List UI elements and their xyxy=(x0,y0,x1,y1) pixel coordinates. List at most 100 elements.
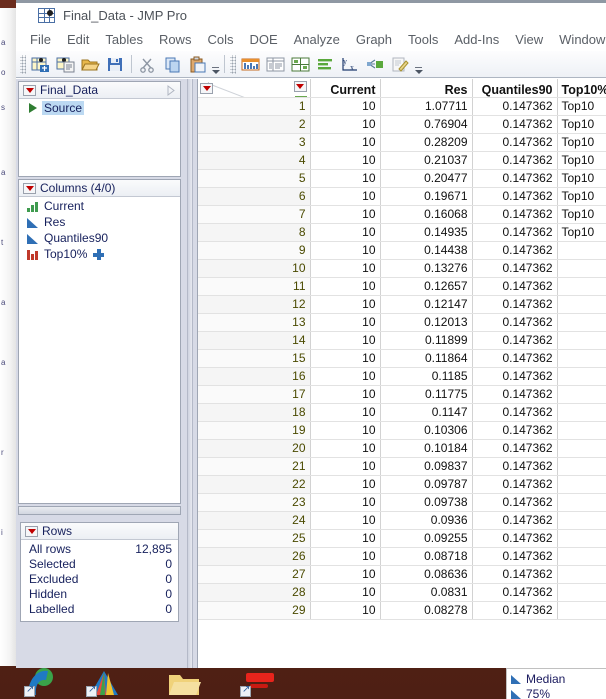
cell-current[interactable]: 10 xyxy=(310,331,380,349)
table-row[interactable]: 17100.117750.147362 xyxy=(198,385,606,403)
table-row[interactable]: 26100.087180.147362 xyxy=(198,547,606,565)
cell-res[interactable]: 0.10306 xyxy=(380,421,472,439)
table-row[interactable]: 20100.101840.147362 xyxy=(198,439,606,457)
cell-quantiles90[interactable]: 0.147362 xyxy=(472,241,557,259)
media-shortcut-icon[interactable] xyxy=(86,667,122,697)
menu-cols[interactable]: Cols xyxy=(199,30,241,49)
cell-current[interactable]: 10 xyxy=(310,511,380,529)
menu-rows[interactable]: Rows xyxy=(151,30,200,49)
cell-res[interactable]: 0.08636 xyxy=(380,565,472,583)
cell-current[interactable]: 10 xyxy=(310,205,380,223)
table-row[interactable]: 8100.149350.147362Top10 xyxy=(198,223,606,241)
cell-top10[interactable] xyxy=(557,457,606,475)
cell-top10[interactable] xyxy=(557,511,606,529)
cell-top10[interactable] xyxy=(557,583,606,601)
cell-quantiles90[interactable]: 0.147362 xyxy=(472,385,557,403)
data-table[interactable]: Current Res Quantiles90 Top10% 1101.0771… xyxy=(197,79,606,668)
cell-quantiles90[interactable]: 0.147362 xyxy=(472,403,557,421)
cell-quantiles90[interactable]: 0.147362 xyxy=(472,115,557,133)
cell-quantiles90[interactable]: 0.147362 xyxy=(472,583,557,601)
background-window-left[interactable]: a o s a t a a r i xyxy=(0,8,16,666)
row-number[interactable]: 29 xyxy=(198,601,310,619)
cell-current[interactable]: 10 xyxy=(310,403,380,421)
cell-res[interactable]: 0.11775 xyxy=(380,385,472,403)
cell-current[interactable]: 10 xyxy=(310,457,380,475)
cell-res[interactable]: 0.1185 xyxy=(380,367,472,385)
cell-quantiles90[interactable]: 0.147362 xyxy=(472,457,557,475)
cell-quantiles90[interactable]: 0.147362 xyxy=(472,205,557,223)
table-row[interactable]: 16100.11850.147362 xyxy=(198,367,606,385)
menu-analyze[interactable]: Analyze xyxy=(286,30,348,49)
cell-top10[interactable] xyxy=(557,421,606,439)
columns-menu-red-triangle-icon[interactable] xyxy=(200,83,213,94)
cell-top10[interactable] xyxy=(557,547,606,565)
table-row[interactable]: 24100.09360.147362 xyxy=(198,511,606,529)
rows-item-hidden[interactable]: Hidden 0 xyxy=(21,586,178,601)
row-number[interactable]: 21 xyxy=(198,457,310,475)
cell-top10[interactable]: Top10 xyxy=(557,97,606,115)
cell-top10[interactable] xyxy=(557,403,606,421)
table-row[interactable]: 1101.077110.147362Top10 xyxy=(198,97,606,115)
cell-current[interactable]: 10 xyxy=(310,601,380,619)
toolbar-overflow-2[interactable] xyxy=(413,53,424,76)
row-number[interactable]: 18 xyxy=(198,403,310,421)
menu-edit[interactable]: Edit xyxy=(59,30,97,49)
cell-quantiles90[interactable]: 0.147362 xyxy=(472,169,557,187)
bg-column-row[interactable]: 75% xyxy=(511,686,606,699)
save-icon[interactable] xyxy=(104,53,127,76)
distribution-icon[interactable] xyxy=(239,53,262,76)
menu-doe[interactable]: DOE xyxy=(241,30,285,49)
column-header-res[interactable]: Res xyxy=(380,79,472,97)
fit-model-icon[interactable]: y x xyxy=(339,53,362,76)
menu-window[interactable]: Window xyxy=(551,30,606,49)
fit-y-by-x-icon[interactable] xyxy=(289,53,312,76)
table-row[interactable]: 6100.196710.147362Top10 xyxy=(198,187,606,205)
cell-top10[interactable] xyxy=(557,367,606,385)
folder-icon[interactable] xyxy=(168,671,202,697)
formula-plus-icon[interactable] xyxy=(93,249,104,260)
cell-top10[interactable]: Top10 xyxy=(557,223,606,241)
cell-current[interactable]: 10 xyxy=(310,529,380,547)
cell-top10[interactable] xyxy=(557,439,606,457)
cell-res[interactable]: 0.13276 xyxy=(380,259,472,277)
new-script-icon[interactable] xyxy=(54,53,77,76)
cell-quantiles90[interactable]: 0.147362 xyxy=(472,547,557,565)
table-row[interactable]: 18100.11470.147362 xyxy=(198,403,606,421)
table-row[interactable]: 3100.282090.147362Top10 xyxy=(198,133,606,151)
table-row[interactable]: 9100.144380.147362 xyxy=(198,241,606,259)
cell-res[interactable]: 0.20477 xyxy=(380,169,472,187)
cell-top10[interactable]: Top10 xyxy=(557,205,606,223)
table-row[interactable]: 23100.097380.147362 xyxy=(198,493,606,511)
panel-expander-icon[interactable] xyxy=(167,85,175,96)
rows-item-excluded[interactable]: Excluded 0 xyxy=(21,571,178,586)
table-row[interactable]: 14100.118990.147362 xyxy=(198,331,606,349)
panel-splitter[interactable] xyxy=(183,79,197,668)
menu-tools[interactable]: Tools xyxy=(400,30,446,49)
cell-current[interactable]: 10 xyxy=(310,475,380,493)
tree-item-source[interactable]: Source xyxy=(19,100,180,116)
cell-quantiles90[interactable]: 0.147362 xyxy=(472,259,557,277)
row-number[interactable]: 1 xyxy=(198,97,310,115)
formula-editor-icon[interactable] xyxy=(389,53,412,76)
cell-top10[interactable] xyxy=(557,475,606,493)
cell-quantiles90[interactable]: 0.147362 xyxy=(472,295,557,313)
cell-quantiles90[interactable]: 0.147362 xyxy=(472,601,557,619)
table-row[interactable]: 22100.097870.147362 xyxy=(198,475,606,493)
row-number[interactable]: 14 xyxy=(198,331,310,349)
cell-res[interactable]: 0.08718 xyxy=(380,547,472,565)
cell-quantiles90[interactable]: 0.147362 xyxy=(472,133,557,151)
cell-res[interactable]: 0.14935 xyxy=(380,223,472,241)
cell-current[interactable]: 10 xyxy=(310,313,380,331)
cell-res[interactable]: 0.1147 xyxy=(380,403,472,421)
row-number[interactable]: 22 xyxy=(198,475,310,493)
rows-item-selected[interactable]: Selected 0 xyxy=(21,556,178,571)
toolbar-overflow-1[interactable] xyxy=(210,53,221,76)
row-number[interactable]: 5 xyxy=(198,169,310,187)
cell-current[interactable]: 10 xyxy=(310,277,380,295)
browser-shortcut-icon[interactable] xyxy=(24,667,60,697)
cell-res[interactable]: 0.11864 xyxy=(380,349,472,367)
row-number[interactable]: 3 xyxy=(198,133,310,151)
cell-res[interactable]: 0.21037 xyxy=(380,151,472,169)
row-number[interactable]: 13 xyxy=(198,313,310,331)
cell-res[interactable]: 0.16068 xyxy=(380,205,472,223)
